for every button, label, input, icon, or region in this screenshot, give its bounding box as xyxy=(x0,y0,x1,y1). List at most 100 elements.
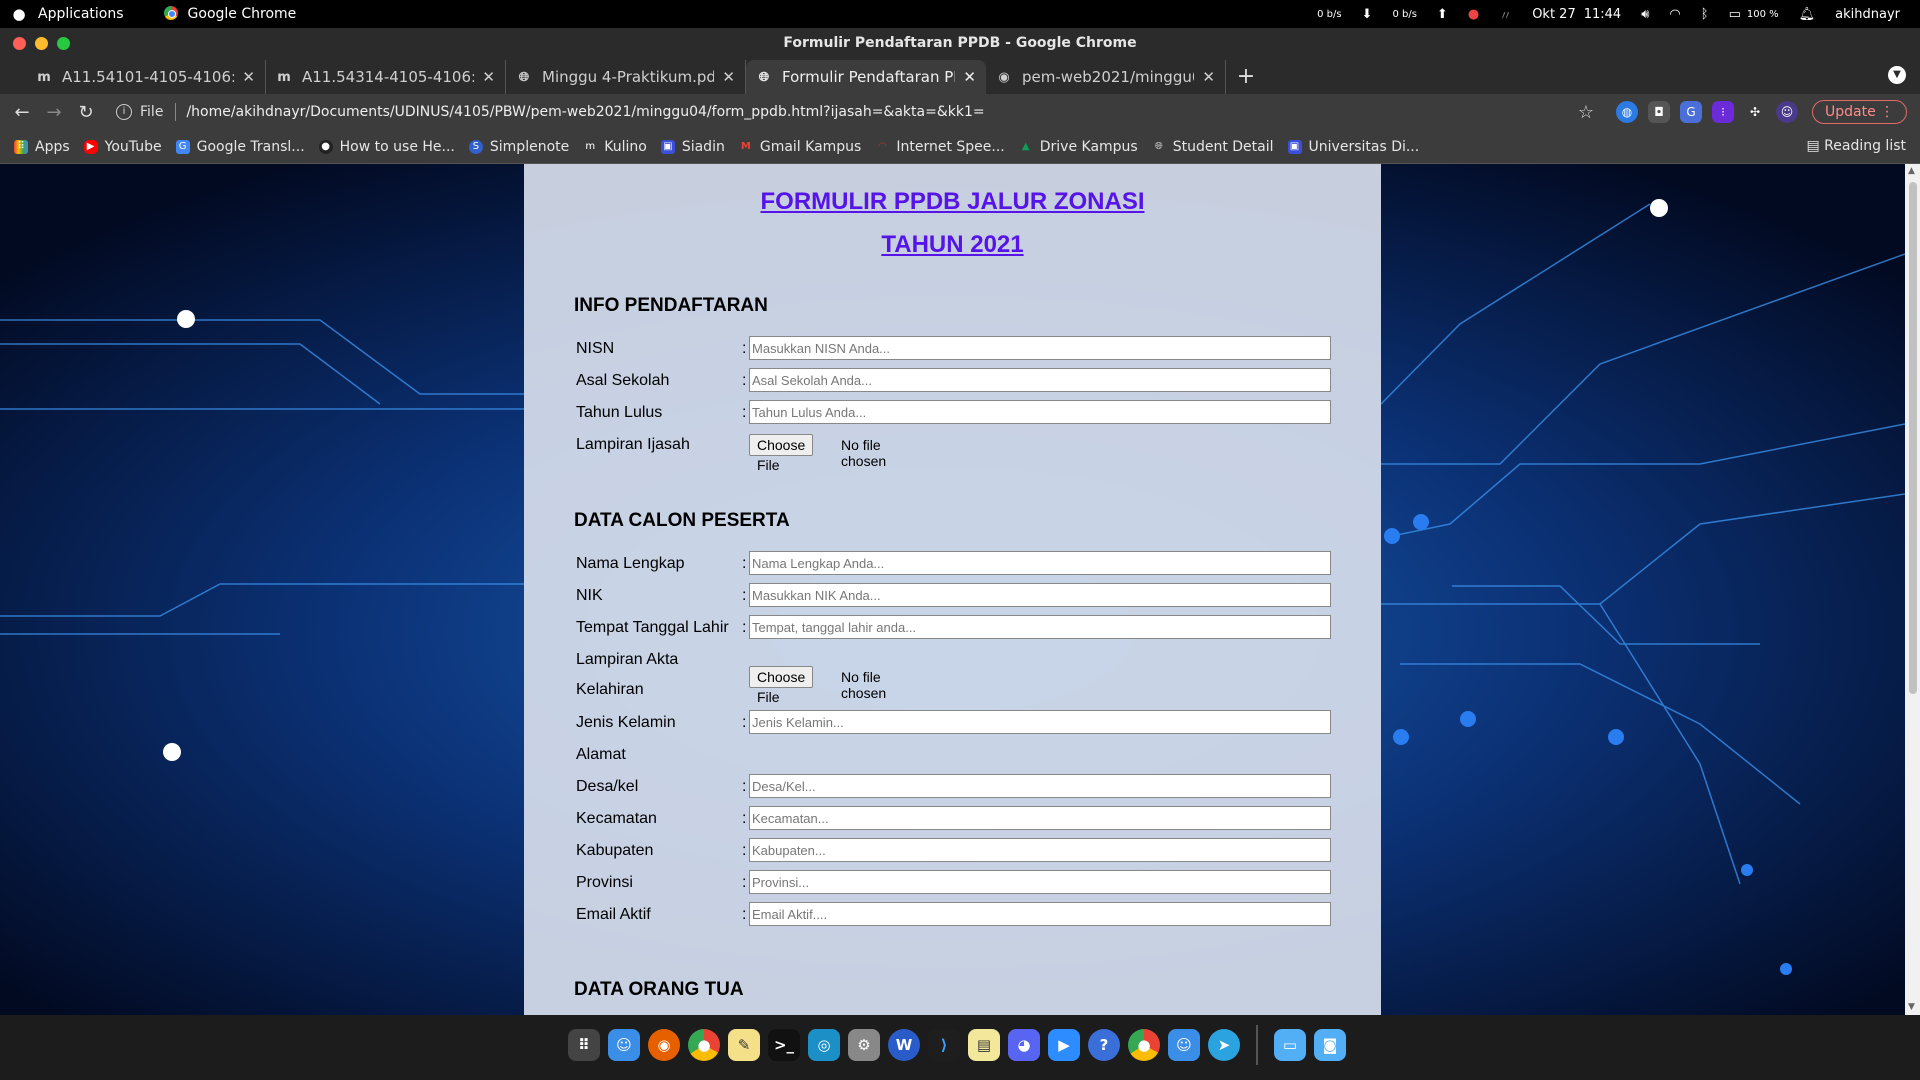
close-tab-icon[interactable]: ✕ xyxy=(482,68,495,86)
tab-moodle-1[interactable]: m A11.54101-4105-4106: Me ✕ xyxy=(26,60,266,94)
bookmark-gmail-kampus[interactable]: M Gmail Kampus xyxy=(739,139,861,155)
ijasah-choose-file-button[interactable]: Choose File xyxy=(749,434,814,473)
kecamatan-input[interactable] xyxy=(749,806,1331,830)
clock-time[interactable]: 11:44 xyxy=(1584,7,1621,22)
scroll-down-arrow-icon[interactable]: ▼ xyxy=(1908,1002,1915,1012)
tahun-lulus-input[interactable] xyxy=(749,400,1331,424)
chrome-alt-icon[interactable]: ● xyxy=(1128,1029,1160,1061)
finder-icon[interactable]: ☺ xyxy=(608,1029,640,1061)
clock-date[interactable]: Okt 27 xyxy=(1532,7,1576,22)
bookmark-youtube[interactable]: ▶ YouTube xyxy=(83,139,162,155)
battery-icon[interactable]: ▭ xyxy=(1729,7,1741,22)
discord-icon[interactable]: ◕ xyxy=(1008,1029,1040,1061)
kabupaten-label: Kabupaten xyxy=(576,842,654,859)
profile-avatar[interactable]: ☺ xyxy=(1776,101,1798,123)
akta-file-status: No file chosen xyxy=(841,669,887,701)
battery-level: 100 % xyxy=(1746,8,1779,20)
record-icon[interactable]: ● xyxy=(1468,7,1479,22)
reading-list-button[interactable]: ▤ Reading list xyxy=(1806,138,1906,154)
bookmark-google-translate[interactable]: G Google Transl... xyxy=(175,139,305,155)
tab-moodle-2[interactable]: m A11.54314-4105-4106: Rep ✕ xyxy=(266,60,506,94)
wps-writer-icon[interactable]: W xyxy=(888,1029,920,1061)
notification-bell-icon[interactable]: 🔔︎ xyxy=(1799,7,1816,22)
page-scrollbar[interactable]: ▲ ▼ xyxy=(1905,164,1920,1015)
user-name[interactable]: akihdnayr xyxy=(1835,7,1900,22)
reading-list-icon: ▤ xyxy=(1806,138,1820,154)
provinsi-input[interactable] xyxy=(749,870,1331,894)
vscode-icon[interactable]: ⟩ xyxy=(928,1029,960,1061)
desa-kel-input[interactable] xyxy=(749,774,1331,798)
help-icon[interactable]: ? xyxy=(1088,1029,1120,1061)
active-app-menu[interactable]: Google Chrome xyxy=(163,6,296,22)
bookmark-universitas[interactable]: ▣ Universitas Di... xyxy=(1287,139,1419,155)
akta-choose-file-button[interactable]: Choose File xyxy=(749,666,814,705)
ttl-input[interactable] xyxy=(749,615,1331,639)
translate-extension-icon[interactable]: G xyxy=(1680,101,1702,123)
firefox-icon[interactable]: ◉ xyxy=(648,1029,680,1061)
chrome-icon[interactable]: ● xyxy=(688,1029,720,1061)
address-bar[interactable]: i File /home/akihdnayr/Documents/UDINUS/… xyxy=(116,97,1566,127)
scrollbar-thumb[interactable] xyxy=(1909,182,1917,694)
site-info-icon[interactable]: i xyxy=(116,104,132,120)
asal-sekolah-input[interactable] xyxy=(749,368,1331,392)
tab-pdf[interactable]: 🌐︎ Minggu 4-Praktikum.pdf ✕ xyxy=(506,60,746,94)
bookmark-apps[interactable]: ⠿ Apps xyxy=(14,139,70,155)
apple-menu-icon[interactable]: ● xyxy=(0,5,38,23)
terminal-icon[interactable]: >_ xyxy=(768,1029,800,1061)
nama-lengkap-input[interactable] xyxy=(749,551,1331,575)
kabupaten-input[interactable] xyxy=(749,838,1331,862)
close-tab-icon[interactable]: ✕ xyxy=(722,68,735,86)
bluetooth-icon[interactable]: ᛒ xyxy=(1701,7,1709,22)
bookmark-how-to-use[interactable]: ● How to use He... xyxy=(318,139,455,155)
bookmark-star-icon[interactable]: ☆ xyxy=(1566,102,1606,123)
bookmark-simplenote[interactable]: S Simplenote xyxy=(468,139,569,155)
new-tab-button[interactable]: + xyxy=(1226,60,1266,94)
tab-title: Formulir Pendaftaran PPD xyxy=(782,68,956,86)
tab-form-active[interactable]: 🌐︎ Formulir Pendaftaran PPD ✕ xyxy=(746,60,986,94)
bookmark-kulino[interactable]: m Kulino xyxy=(583,139,646,155)
jenis-kelamin-input[interactable] xyxy=(749,710,1331,734)
forward-arrow-icon[interactable]: → xyxy=(38,102,70,123)
settings-icon[interactable]: ⚙ xyxy=(848,1029,880,1061)
close-tab-icon[interactable]: ✕ xyxy=(1202,68,1215,86)
reload-icon[interactable]: ↻ xyxy=(70,102,102,123)
launchpad-icon[interactable]: ⠿ xyxy=(568,1029,600,1061)
text-editor-icon[interactable]: ✎ xyxy=(728,1029,760,1061)
telegram-icon[interactable]: ➤ xyxy=(1208,1029,1240,1061)
screenshot-folder-icon[interactable]: ◙ xyxy=(1314,1029,1346,1061)
bookmark-siadin[interactable]: ▣ Siadin xyxy=(660,139,725,155)
moodle-icon: m xyxy=(277,69,291,85)
update-button[interactable]: Update ⋮ xyxy=(1812,100,1908,124)
volume-icon[interactable]: 🔊︎ xyxy=(1641,7,1649,22)
extensions-puzzle-icon[interactable]: ✣ xyxy=(1744,101,1766,123)
simplenote-icon: S xyxy=(468,139,483,154)
nik-input[interactable] xyxy=(749,583,1331,607)
notes-icon[interactable]: ▤ xyxy=(968,1029,1000,1061)
colon: : xyxy=(742,874,747,891)
purple-extension-icon[interactable]: ⁝ xyxy=(1712,101,1734,123)
folder-icon[interactable]: ▭ xyxy=(1274,1029,1306,1061)
spotlight-icon[interactable]: ◎ xyxy=(808,1029,840,1061)
colon: : xyxy=(742,340,747,357)
extension-globe-icon[interactable]: ◍ xyxy=(1616,101,1638,123)
tab-github[interactable]: ◉ pem-web2021/minggu04 ✕ xyxy=(986,60,1226,94)
minimize-window-button[interactable] xyxy=(35,37,48,50)
finder-alt-icon[interactable]: ☺ xyxy=(1168,1029,1200,1061)
bookmark-student-detail[interactable]: 🌐︎ Student Detail xyxy=(1152,139,1274,155)
close-window-button[interactable] xyxy=(13,37,26,50)
scroll-up-arrow-icon[interactable]: ▲ xyxy=(1908,166,1915,176)
close-tab-icon[interactable]: ✕ xyxy=(242,68,255,86)
applications-menu[interactable]: Applications xyxy=(38,6,124,22)
zoom-icon[interactable]: ▶ xyxy=(1048,1029,1080,1061)
wifi-icon[interactable]: ◠ xyxy=(1669,7,1680,22)
bookmark-internet-speed[interactable]: ◠ Internet Spee... xyxy=(875,139,1005,155)
bookmark-drive-kampus[interactable]: ▲ Drive Kampus xyxy=(1019,139,1138,155)
nisn-input[interactable] xyxy=(749,336,1331,360)
close-tab-icon[interactable]: ✕ xyxy=(963,68,976,86)
email-aktif-input[interactable] xyxy=(749,902,1331,926)
maximize-window-button[interactable] xyxy=(57,37,70,50)
back-arrow-icon[interactable]: ← xyxy=(6,102,38,123)
url-text[interactable]: /home/akihdnayr/Documents/UDINUS/4105/PB… xyxy=(186,104,984,120)
camera-extension-icon[interactable]: ◘ xyxy=(1648,101,1670,123)
tab-search-icon[interactable]: ▼ xyxy=(1888,66,1906,84)
